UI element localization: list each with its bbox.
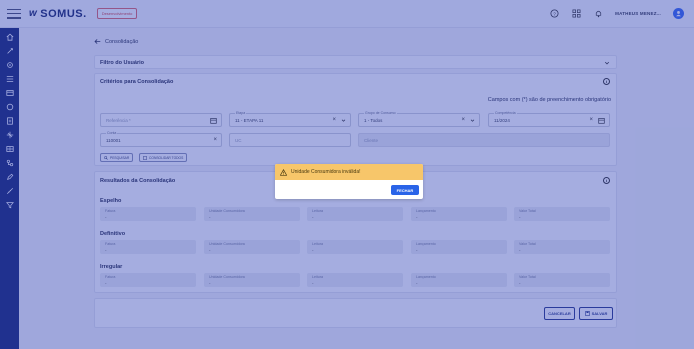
warning-icon — [280, 168, 287, 176]
alert-dialog: Unidade Consumidora inválida! FECHAR — [275, 164, 423, 199]
alert-header: Unidade Consumidora inválida! — [275, 164, 423, 180]
alert-message: Unidade Consumidora inválida! — [291, 169, 361, 175]
close-button[interactable]: FECHAR — [391, 185, 419, 195]
